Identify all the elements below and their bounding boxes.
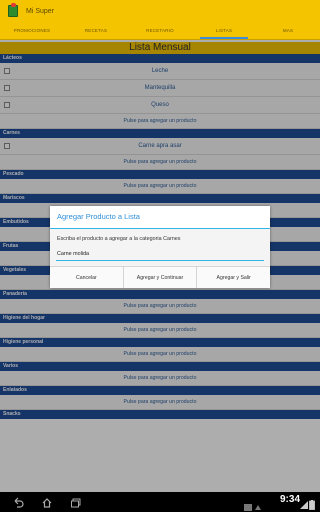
dialog-title: Agregar Producto a Lista [50, 206, 270, 228]
app-title: Mi Super [26, 7, 55, 15]
add-and-exit-button[interactable]: Agregar y Salir [197, 267, 270, 288]
add-product-dialog: Agregar Producto a Lista Escriba el prod… [50, 206, 270, 288]
tab-recetario[interactable]: RECETARIO [128, 22, 192, 39]
notification-icon [244, 498, 252, 511]
dialog-message: Escriba el producto a agregar a la categ… [57, 236, 181, 242]
shopping-bag-icon [6, 3, 20, 19]
app-bar: Mi Super [0, 0, 320, 22]
cancel-button[interactable]: Cancelar [50, 267, 124, 288]
back-icon[interactable] [12, 496, 24, 508]
dialog-button-bar: Cancelar Agregar y Continuar Agregar y S… [50, 266, 270, 288]
system-nav-bar: 9:34 [0, 492, 320, 512]
home-icon[interactable] [41, 496, 53, 508]
wifi-icon [300, 497, 308, 509]
notification-icon [254, 498, 262, 510]
product-name-input[interactable]: Carne molida [56, 248, 264, 261]
add-and-continue-button[interactable]: Agregar y Continuar [124, 267, 198, 288]
tab-recetas[interactable]: RECETAS [64, 22, 128, 39]
clock: 9:34 [279, 494, 300, 505]
tab-promociones[interactable]: PROMOCIONES [0, 22, 64, 39]
tab-listas[interactable]: LISTAS [192, 22, 256, 39]
battery-icon [308, 497, 316, 510]
recent-apps-icon[interactable] [70, 496, 82, 508]
tab-bar: PROMOCIONES RECETAS RECETARIO LISTAS MAS [0, 22, 320, 40]
tab-mas[interactable]: MAS [256, 22, 320, 39]
